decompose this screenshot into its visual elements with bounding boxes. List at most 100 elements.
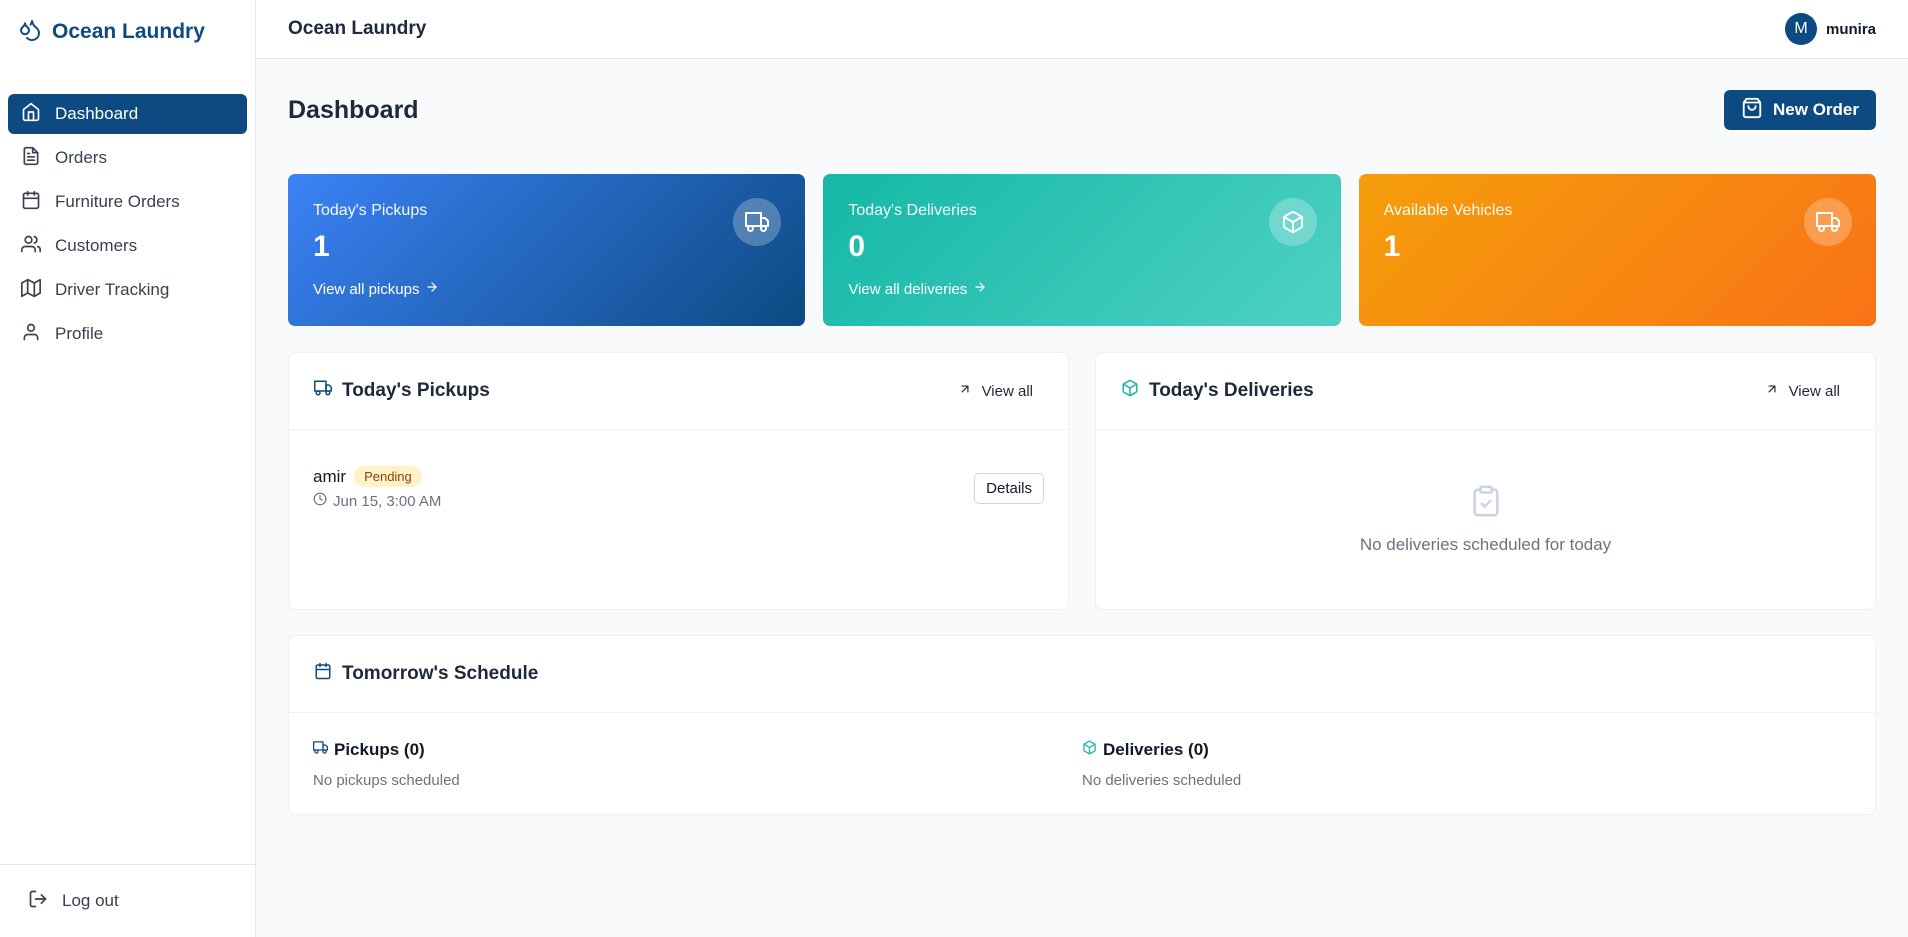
schedule-pickups-empty: No pickups scheduled	[313, 772, 460, 789]
stat-link-label: View all pickups	[313, 280, 420, 298]
sidebar-nav: Dashboard Orders Furniture Orders Custom…	[0, 94, 255, 354]
stat-card-pickups: Today's Pickups 1 View all pickups	[288, 174, 806, 326]
panel-title-text: Today's Pickups	[342, 380, 490, 401]
schedule-columns: Pickups (0) No pickups scheduled Deliver…	[289, 713, 1875, 789]
stat-label: Today's Pickups	[313, 202, 428, 219]
stat-value: 0	[848, 230, 866, 263]
panels-row: Today's Pickups View all amir Pending Ju…	[288, 352, 1876, 610]
stat-label: Available Vehicles	[1383, 202, 1513, 219]
panel-title: Today's Deliveries	[1121, 379, 1314, 403]
arrow-up-right-icon	[958, 382, 972, 400]
sidebar-item-driver-tracking[interactable]: Driver Tracking	[8, 270, 247, 310]
sidebar-item-customers[interactable]: Customers	[8, 226, 247, 266]
sidebar-item-dashboard[interactable]: Dashboard	[8, 94, 247, 134]
list-item: amir Pending Jun 15, 3:00 AM Details	[289, 430, 1068, 510]
stat-value: 1	[313, 230, 330, 263]
todays-deliveries-panel: Today's Deliveries View all No deliverie…	[1095, 352, 1876, 610]
document-icon	[21, 146, 41, 171]
empty-state-text: No deliveries scheduled for today	[1359, 535, 1612, 554]
shopping-bag-icon	[1741, 97, 1763, 124]
users-icon	[21, 234, 42, 259]
truck-icon	[314, 379, 332, 403]
truck-icon	[733, 198, 782, 246]
view-all-deliveries-button[interactable]: View all	[1765, 382, 1840, 400]
home-icon	[21, 102, 41, 127]
sidebar-item-label: Driver Tracking	[55, 280, 170, 299]
schedule-deliveries-empty: No deliveries scheduled	[1082, 772, 1242, 789]
status-badge: Pending	[354, 466, 422, 487]
droplets-icon	[18, 18, 42, 47]
panel-header: Tomorrow's Schedule	[289, 636, 1875, 713]
panel-header: Today's Pickups View all	[289, 353, 1068, 430]
sidebar-item-orders[interactable]: Orders	[8, 138, 247, 178]
stat-label: Today's Deliveries	[848, 202, 977, 219]
package-icon	[1082, 740, 1097, 760]
calendar-icon	[21, 190, 41, 215]
arrow-up-right-icon	[1765, 382, 1779, 400]
view-all-label: View all	[981, 382, 1033, 400]
pickup-time: Jun 15, 3:00 AM	[313, 492, 441, 510]
schedule-pickups-label: Pickups (0)	[334, 740, 425, 759]
package-icon	[1121, 379, 1139, 403]
schedule-deliveries-label: Deliveries (0)	[1103, 740, 1209, 759]
stats-row: Today's Pickups 1 View all pickups Today…	[288, 174, 1876, 326]
page-title: Dashboard	[288, 95, 419, 124]
pickup-time-text: Jun 15, 3:00 AM	[333, 492, 442, 510]
panel-title-text: Today's Deliveries	[1149, 380, 1314, 401]
clipboard-check-icon	[1469, 484, 1503, 523]
truck-icon	[1803, 198, 1852, 246]
pickup-customer: amir Pending	[313, 466, 441, 487]
log-out-icon	[28, 889, 48, 914]
logout-button[interactable]: Log out	[0, 864, 255, 937]
panel-title-text: Tomorrow's Schedule	[342, 663, 539, 684]
stat-card-vehicles: Available Vehicles 1	[1358, 174, 1876, 326]
arrow-right-icon	[425, 280, 439, 298]
view-all-label: View all	[1788, 382, 1840, 400]
new-order-label: New Order	[1773, 100, 1859, 119]
user-menu[interactable]: M munira	[1784, 13, 1876, 45]
sidebar-item-label: Orders	[55, 148, 107, 167]
brand[interactable]: Ocean Laundry	[0, 0, 255, 64]
sidebar-item-label: Profile	[55, 324, 104, 343]
calendar-icon	[314, 662, 332, 686]
schedule-pickups-title: Pickups (0)	[313, 740, 1082, 760]
header-title: Ocean Laundry	[288, 18, 427, 39]
tomorrows-schedule-panel: Tomorrow's Schedule Pickups (0) No picku…	[288, 635, 1876, 815]
sidebar-item-profile[interactable]: Profile	[8, 314, 247, 354]
logout-label: Log out	[62, 891, 119, 910]
schedule-deliveries-title: Deliveries (0)	[1082, 740, 1851, 760]
new-order-button[interactable]: New Order	[1724, 90, 1876, 130]
details-button[interactable]: Details	[974, 472, 1044, 504]
schedule-deliveries: Deliveries (0) No deliveries scheduled	[1082, 740, 1851, 789]
clock-icon	[313, 492, 327, 510]
panel-header: Today's Deliveries View all	[1096, 353, 1875, 430]
user-icon	[21, 322, 41, 347]
empty-state: No deliveries scheduled for today	[1096, 430, 1875, 555]
customer-name: amir	[313, 466, 347, 486]
view-all-pickups-button[interactable]: View all	[958, 382, 1033, 400]
truck-icon	[313, 740, 328, 760]
sidebar: Ocean Laundry Dashboard Orders Furniture…	[0, 0, 256, 937]
package-icon	[1268, 198, 1317, 246]
sidebar-item-label: Furniture Orders	[55, 192, 180, 211]
brand-name: Ocean Laundry	[52, 20, 205, 43]
todays-pickups-panel: Today's Pickups View all amir Pending Ju…	[288, 352, 1069, 610]
stat-value: 1	[1383, 230, 1401, 263]
arrow-right-icon	[973, 280, 987, 298]
view-all-deliveries-link[interactable]: View all deliveries	[848, 280, 1315, 298]
panel-title: Today's Pickups	[314, 379, 490, 403]
main-content: Dashboard New Order Today's Pickups 1 Vi…	[288, 59, 1876, 815]
stat-card-deliveries: Today's Deliveries 0 View all deliveries	[823, 174, 1341, 326]
pickup-info: amir Pending Jun 15, 3:00 AM	[313, 466, 441, 510]
stat-link-label: View all deliveries	[848, 280, 968, 298]
topbar: Ocean Laundry M munira	[256, 0, 1908, 59]
map-icon	[21, 278, 42, 303]
sidebar-item-furniture-orders[interactable]: Furniture Orders	[8, 182, 247, 222]
sidebar-item-label: Dashboard	[55, 104, 139, 123]
sidebar-item-label: Customers	[55, 236, 138, 255]
view-all-pickups-link[interactable]: View all pickups	[313, 280, 780, 298]
avatar[interactable]: M	[1784, 13, 1817, 45]
username: munira	[1825, 20, 1876, 38]
schedule-pickups: Pickups (0) No pickups scheduled	[313, 740, 1082, 789]
page-header: Dashboard New Order	[288, 59, 1876, 161]
